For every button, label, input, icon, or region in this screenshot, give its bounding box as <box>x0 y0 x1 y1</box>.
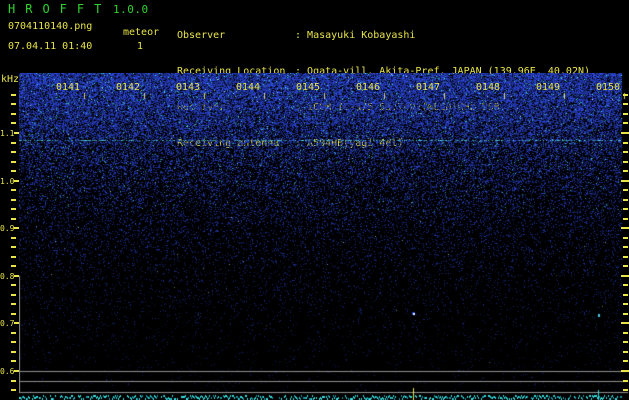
meteor-count: 1 <box>137 41 143 52</box>
output-filename: 0704110140.png <box>8 21 92 32</box>
app-version: 1.0.0 <box>113 3 149 16</box>
freq-tick <box>11 151 16 153</box>
freq-tick <box>11 313 16 315</box>
y-axis-unit-label: kHz <box>1 74 19 85</box>
freq-tick <box>11 265 16 267</box>
freq-tick <box>11 161 16 163</box>
app-title: HROFFT <box>8 2 111 16</box>
info-value: Masayuki Kobayashi <box>307 30 415 41</box>
freq-tick <box>11 294 16 296</box>
observation-mode: meteor <box>123 27 159 38</box>
hrofft-spectrogram-screen: HROFFT 1.0.0 0704110140.png meteor 07.04… <box>0 0 629 400</box>
freq-tick <box>11 303 16 305</box>
freq-tick <box>11 351 16 353</box>
info-label: Observer <box>177 30 295 42</box>
freq-label: 1.1 <box>0 129 14 138</box>
freq-label: 0.6 <box>0 367 14 376</box>
freq-tick <box>11 284 16 286</box>
freq-tick <box>11 256 16 258</box>
freq-tick <box>11 94 16 96</box>
freq-label: 1.0 <box>0 177 14 186</box>
freq-tick <box>11 122 16 124</box>
freq-tick <box>11 360 16 362</box>
freq-tick <box>11 199 16 201</box>
freq-tick <box>11 113 16 115</box>
freq-tick <box>11 103 16 105</box>
freq-label: 0.9 <box>0 224 14 233</box>
freq-tick <box>11 341 16 343</box>
freq-tick <box>11 332 16 334</box>
spectrogram-canvas <box>19 73 629 400</box>
freq-tick <box>11 189 16 191</box>
freq-label: 0.7 <box>0 319 14 328</box>
freq-tick <box>11 389 16 391</box>
freq-tick <box>11 170 16 172</box>
freq-tick <box>11 380 16 382</box>
info-row-observer: Observer: Masayuki Kobayashi <box>177 30 590 42</box>
freq-tick <box>11 237 16 239</box>
freq-tick <box>11 208 16 210</box>
freq-tick <box>11 218 16 220</box>
date-time: 07.04.11 01:40 <box>8 41 92 52</box>
freq-tick <box>11 142 16 144</box>
freq-label: 0.8 <box>0 272 14 281</box>
freq-tick <box>11 246 16 248</box>
